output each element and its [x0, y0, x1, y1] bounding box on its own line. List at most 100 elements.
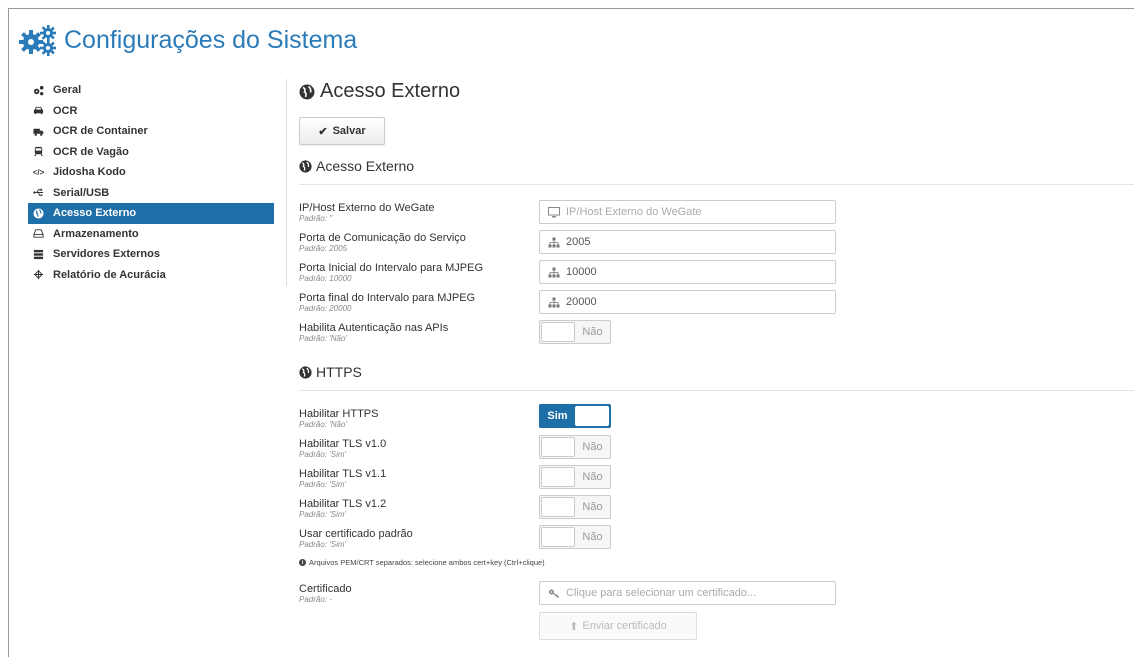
save-button-label: Salvar: [332, 125, 366, 137]
tls11-toggle[interactable]: Não: [539, 465, 611, 489]
toggle-knob: [541, 437, 575, 457]
label-text: IP/Host Externo do WeGate: [299, 202, 435, 214]
divider: [299, 184, 1134, 185]
field-label-tls12: Habilitar TLS v1.2 Padrão: 'Sim': [299, 498, 386, 520]
default-text: Padrão: 'Sim': [299, 540, 347, 549]
label-text: Porta final do Intervalo para MJPEG: [299, 292, 476, 304]
globe-icon: [299, 365, 312, 379]
sidebar-divider: [286, 79, 287, 286]
sidebar-item-ocr[interactable]: OCR: [28, 101, 274, 122]
sidebar-item-label: Servidores Externos: [53, 248, 160, 261]
sidebar-item-serial-usb[interactable]: Serial/USB: [28, 183, 274, 204]
subsection-title-text: HTTPS: [316, 364, 362, 380]
subsection-title-text: Acesso Externo: [316, 158, 415, 174]
train-icon: [33, 146, 44, 157]
label-text: Porta Inicial do Intervalo para MJPEG: [299, 262, 484, 274]
toggle-state: Não: [582, 501, 603, 513]
hdd-icon: [33, 228, 44, 239]
usb-icon: [33, 187, 44, 198]
default-text: Padrão: 10000: [299, 274, 352, 283]
toggle-state: Não: [582, 531, 603, 543]
field-label-porta-final: Porta final do Intervalo para MJPEG Padr…: [299, 292, 475, 314]
toggle-knob: [541, 467, 575, 487]
sidebar-item-label: Geral: [53, 84, 82, 97]
note-text: Arquivos PEM/CRT separados: selecione am…: [309, 558, 545, 567]
toggle-state: Sim: [547, 410, 568, 422]
porta-comunicacao-input[interactable]: 2005: [539, 230, 836, 254]
sidebar-item-geral[interactable]: Geral: [28, 80, 274, 101]
tls12-toggle[interactable]: Não: [539, 495, 611, 519]
globe-icon: [299, 84, 315, 99]
sidebar-item-ocr-vagao[interactable]: OCR de Vagão: [28, 142, 274, 163]
porta-inicial-value: 10000: [566, 266, 597, 278]
field-label-habilitar-https: Habilitar HTTPS Padrão: 'Não': [299, 408, 378, 430]
label-text: Usar certificado padrão: [299, 528, 413, 540]
pem-crt-note: i Arquivos PEM/CRT separados: selecione …: [299, 558, 545, 567]
sitemap-icon: [548, 297, 560, 308]
subsection-title-https: HTTPS: [299, 364, 362, 380]
ip-host-input[interactable]: IP/Host Externo do WeGate: [539, 200, 836, 224]
porta-inicial-input[interactable]: 10000: [539, 260, 836, 284]
label-text: Habilita Autenticação nas APIs: [299, 322, 449, 334]
default-text: Padrão: '': [299, 214, 333, 223]
code-icon: </>: [32, 167, 45, 177]
toggle-state: Não: [582, 326, 603, 338]
field-label-certificado-padrao: Usar certificado padrão Padrão: 'Sim': [299, 528, 413, 550]
upload-icon: ⬆: [569, 620, 579, 633]
default-text: Padrão: 'Não': [299, 334, 347, 343]
toggle-knob: [541, 322, 575, 342]
sitemap-icon: [548, 267, 560, 278]
sidebar-item-acesso-externo[interactable]: Acesso Externo: [28, 203, 274, 224]
default-text: Padrão: -: [299, 595, 332, 604]
default-text: Padrão: 'Sim': [299, 510, 347, 519]
sidebar-item-jidosha-kodo[interactable]: </> Jidosha Kodo: [28, 162, 274, 183]
label-text: Habilitar TLS v1.1: [299, 468, 387, 480]
habilitar-https-toggle[interactable]: Sim: [539, 404, 611, 428]
default-text: Padrão: 'Não': [299, 420, 347, 429]
gears-icon: [33, 85, 44, 96]
subsection-title-external: Acesso Externo: [299, 158, 414, 174]
sidebar-item-label: Relatório de Acurácia: [53, 268, 166, 281]
globe-icon: [299, 159, 312, 173]
sidebar-item-armazenamento[interactable]: Armazenamento: [28, 224, 274, 245]
toggle-knob: [541, 497, 575, 517]
upload-button-label: Enviar certificado: [582, 620, 667, 632]
toggle-state: Não: [582, 441, 603, 453]
porta-final-input[interactable]: 20000: [539, 290, 836, 314]
porta-final-value: 20000: [566, 296, 597, 308]
sidebar-item-label: OCR de Container: [53, 125, 148, 138]
field-label-porta-comunicacao: Porta de Comunicação do Serviço Padrão: …: [299, 232, 466, 254]
enviar-certificado-button[interactable]: ⬆ Enviar certificado: [539, 612, 697, 640]
page-header: Configurações do Sistema: [18, 24, 357, 56]
field-label-autenticacao: Habilita Autenticação nas APIs Padrão: '…: [299, 322, 448, 344]
field-label-tls10: Habilitar TLS v1.0 Padrão: 'Sim': [299, 438, 386, 460]
sidebar-item-label: OCR: [53, 104, 78, 117]
sidebar-item-relatorio-acuracia[interactable]: Relatório de Acurácia: [28, 265, 274, 286]
tls10-toggle[interactable]: Não: [539, 435, 611, 459]
label-text: Habilitar TLS v1.2: [299, 498, 387, 510]
ip-host-placeholder: IP/Host Externo do WeGate: [566, 206, 702, 218]
autenticacao-toggle[interactable]: Não: [539, 320, 611, 344]
sidebar-item-servidores-externos[interactable]: Servidores Externos: [28, 244, 274, 265]
sitemap-icon: [548, 237, 560, 248]
gears-icon: [19, 25, 56, 56]
monitor-icon: [548, 206, 560, 218]
certificado-file-input[interactable]: Clique para selecionar um certificado...: [539, 581, 836, 605]
label-text: Habilitar HTTPS: [299, 408, 379, 420]
toggle-knob: [541, 527, 575, 547]
default-text: Padrão: 'Sim': [299, 480, 347, 489]
default-text: Padrão: 20000: [299, 304, 352, 313]
certificado-padrao-toggle[interactable]: Não: [539, 525, 611, 549]
sidebar-item-ocr-container[interactable]: OCR de Container: [28, 121, 274, 142]
crosshair-icon: [33, 269, 44, 280]
main-content: Acesso Externo ✔ Salvar Acesso Externo I…: [299, 80, 1134, 640]
porta-comunicacao-value: 2005: [566, 236, 591, 248]
globe-icon: [33, 208, 44, 219]
field-label-tls11: Habilitar TLS v1.1 Padrão: 'Sim': [299, 468, 386, 490]
page-title: Configurações do Sistema: [64, 25, 358, 54]
toggle-state: Não: [582, 471, 603, 483]
sidebar-item-label: OCR de Vagão: [53, 145, 129, 158]
sidebar-item-label: Armazenamento: [53, 227, 139, 240]
toggle-knob: [575, 406, 609, 426]
save-button[interactable]: ✔ Salvar: [299, 117, 385, 145]
